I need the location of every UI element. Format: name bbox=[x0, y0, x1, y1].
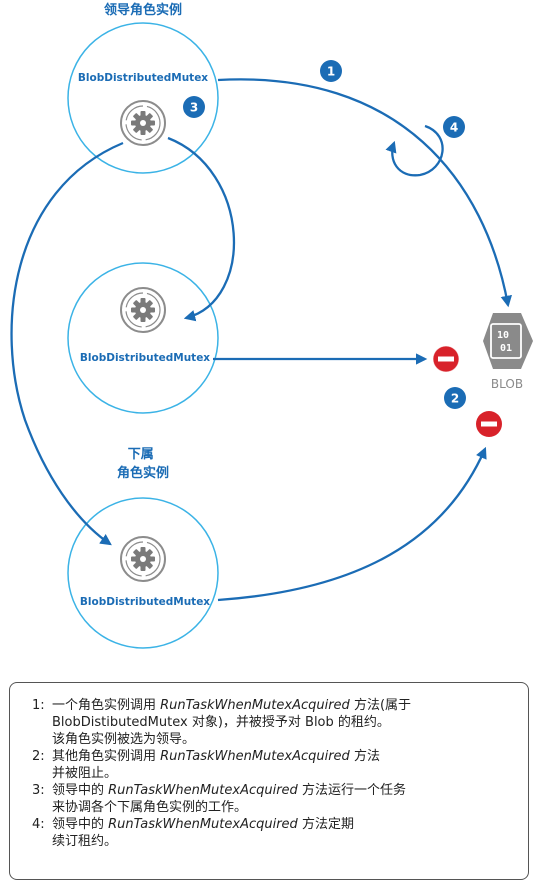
legend-line: 来协调各个下属角色实例的工作。 bbox=[52, 799, 411, 816]
legend-text: 方法定期 bbox=[297, 817, 354, 832]
legend-text: 方法 bbox=[349, 749, 380, 764]
legend-line: 领导中的 RunTaskWhenMutexAcquired 方法运行一个任务 bbox=[52, 782, 411, 799]
role-label-leader: BlobDistributedMutex bbox=[78, 72, 208, 84]
legend-text: BlobDistibutedMutex 对象)，并被授予对 Blob 的租约。 bbox=[52, 715, 390, 730]
legend-text: 方法运行一个任务 bbox=[297, 783, 406, 798]
legend-line: 并被阻止。 bbox=[52, 765, 411, 782]
role-circle-2 bbox=[67, 262, 219, 414]
legend-line: 其他角色实例调用 RunTaskWhenMutexAcquired 方法 bbox=[52, 748, 411, 765]
svg-text:4: 4 bbox=[450, 121, 458, 135]
legend-item-1: 1: 一个角色实例调用 RunTaskWhenMutexAcquired 方法(属… bbox=[32, 697, 411, 748]
legend-text: 续订租约。 bbox=[52, 834, 118, 849]
stop-icon bbox=[476, 411, 502, 437]
legend-line: 领导中的 RunTaskWhenMutexAcquired 方法定期 bbox=[52, 816, 411, 833]
legend-list: 1: 一个角色实例调用 RunTaskWhenMutexAcquired 方法(属… bbox=[32, 697, 411, 850]
role-label-subordinate: BlobDistributedMutex bbox=[80, 596, 210, 608]
method-name: RunTaskWhenMutexAcquired bbox=[108, 783, 298, 798]
legend-line: 一个角色实例调用 RunTaskWhenMutexAcquired 方法(属于 bbox=[52, 697, 411, 714]
arrow-renew-lease bbox=[385, 124, 444, 177]
step-badge-4: 4 bbox=[443, 116, 465, 138]
blob-storage-icon: 10 01 bbox=[483, 313, 533, 369]
arrow-blocked-subordinate bbox=[217, 446, 487, 602]
step-badge-1: 1 bbox=[320, 60, 342, 82]
distributed-mutex-diagram: 领导角色实例 下属 角色实例 BlobDistributedMutex Blob… bbox=[10, 2, 533, 649]
role-label-2: BlobDistributedMutex bbox=[80, 352, 210, 364]
blob-label: BLOB bbox=[491, 377, 523, 391]
legend-number: 2: bbox=[32, 749, 45, 764]
legend-box: 1: 一个角色实例调用 RunTaskWhenMutexAcquired 方法(属… bbox=[9, 682, 529, 880]
legend-text: 一个角色实例调用 bbox=[52, 698, 161, 713]
subordinate-title: 下属 角色实例 bbox=[117, 447, 169, 481]
legend-text: 并被阻止。 bbox=[52, 766, 118, 781]
method-name: RunTaskWhenMutexAcquired bbox=[160, 698, 350, 713]
legend-text: 领导中的 bbox=[52, 817, 109, 832]
legend-item-4: 4: 领导中的 RunTaskWhenMutexAcquired 方法定期 续订租约… bbox=[32, 816, 411, 850]
legend-text: 其他角色实例调用 bbox=[52, 749, 161, 764]
legend-number: 4: bbox=[32, 817, 45, 832]
gear-icon bbox=[120, 536, 166, 582]
arrow-acquire-lease bbox=[217, 78, 512, 308]
svg-text:1: 1 bbox=[327, 65, 335, 79]
gear-icon bbox=[120, 287, 166, 333]
method-name: RunTaskWhenMutexAcquired bbox=[160, 749, 350, 764]
leader-title: 领导角色实例 bbox=[104, 2, 182, 18]
legend-item-3: 3: 领导中的 RunTaskWhenMutexAcquired 方法运行一个任务… bbox=[32, 782, 411, 816]
legend-number: 1: bbox=[32, 698, 45, 713]
gear-icon bbox=[120, 100, 166, 146]
legend-number: 3: bbox=[32, 783, 45, 798]
legend-text: 该角色实例被选为领导。 bbox=[52, 732, 196, 747]
legend-text: 领导中的 bbox=[52, 783, 109, 798]
step-badge-3: 3 bbox=[183, 96, 205, 118]
legend-item-2: 2: 其他角色实例调用 RunTaskWhenMutexAcquired 方法 并被… bbox=[32, 748, 411, 782]
legend-line: 该角色实例被选为领导。 bbox=[52, 731, 411, 748]
svg-text:3: 3 bbox=[190, 101, 198, 115]
stop-icon bbox=[432, 345, 460, 373]
legend-line: 续订租约。 bbox=[52, 833, 411, 850]
step-badge-2: 2 bbox=[444, 387, 466, 409]
legend-line: BlobDistibutedMutex 对象)，并被授予对 Blob 的租约。 bbox=[52, 714, 411, 731]
legend-text: 来协调各个下属角色实例的工作。 bbox=[52, 800, 248, 815]
method-name: RunTaskWhenMutexAcquired bbox=[108, 817, 298, 832]
svg-text:2: 2 bbox=[451, 392, 459, 406]
legend-text: 方法(属于 bbox=[349, 698, 412, 713]
